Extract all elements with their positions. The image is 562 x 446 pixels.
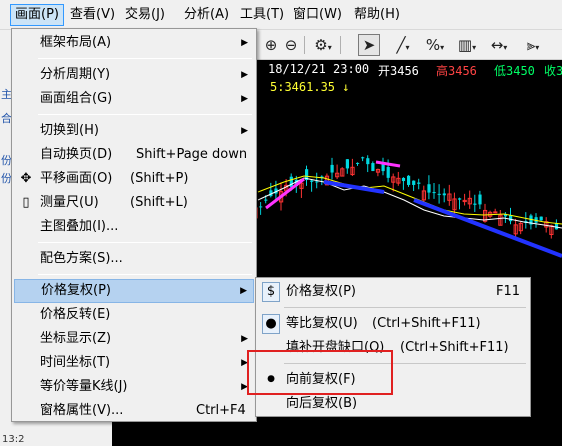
menu-item-switch-to[interactable]: 切换到(H) ▶: [14, 119, 254, 143]
menu-separator: [284, 307, 526, 308]
toolbar-separator: [340, 36, 341, 54]
toolbar-separator: [304, 36, 305, 54]
price-adjust-submenu: $ 价格复权(P) F11 ● 等比复权(U) (Ctrl+Shift+F11)…: [255, 277, 531, 417]
menu-window[interactable]: 窗口(W): [289, 4, 346, 26]
candle-body: [356, 162, 360, 164]
menu-item-period[interactable]: 分析周期(Y) ▶: [14, 63, 254, 87]
menu-view[interactable]: 查看(V): [66, 4, 119, 26]
gear-icon[interactable]: ⚙▾: [310, 35, 336, 55]
menu-screen[interactable]: 画面(P): [10, 4, 64, 26]
menu-separator: [38, 242, 252, 243]
candle-body: [310, 180, 314, 182]
ma-line-white: [257, 177, 562, 229]
submenu-item-backward-adjust[interactable]: 向后复权(B): [258, 392, 528, 416]
menu-help[interactable]: 帮助(H): [350, 4, 404, 26]
candle-body: [289, 176, 293, 188]
trend-pink-2: [375, 160, 401, 168]
menu-item-combo[interactable]: 画面组合(G) ▶: [14, 87, 254, 111]
menu-tools[interactable]: 工具(T): [236, 4, 288, 26]
zoom-in-icon[interactable]: ⊕: [262, 35, 280, 55]
candle-body: [401, 177, 406, 182]
menu-separator: [38, 58, 252, 59]
ruler-icon: ▯: [22, 195, 30, 210]
submenu-item-price-adjust[interactable]: $ 价格复权(P) F11: [258, 280, 528, 304]
candle-body: [407, 175, 411, 185]
menu-separator: [38, 274, 252, 275]
move-icon: ✥: [20, 171, 32, 186]
menu-item-time-axis[interactable]: 时间坐标(T) ▶: [14, 351, 254, 375]
bars-icon[interactable]: ▥▾: [454, 35, 480, 55]
zoom-out-icon[interactable]: ⊖: [282, 35, 300, 55]
menu-separator: [38, 114, 252, 115]
cursor-icon[interactable]: ➤: [358, 34, 380, 56]
menu-item-auto-page[interactable]: 自动换页(D) Shift+Page down: [14, 143, 254, 167]
candle-body: [427, 184, 431, 193]
check-dot-icon: ●: [262, 314, 280, 334]
candle-body: [366, 158, 370, 165]
submenu-item-proportional[interactable]: ● 等比复权(U) (Ctrl+Shift+F11): [258, 312, 528, 336]
candle-body: [493, 211, 498, 214]
candle-body: [264, 199, 268, 201]
menu-item-coordinate[interactable]: 坐标显示(Z) ▶: [14, 327, 254, 351]
indicator-icon[interactable]: ⫸▾: [520, 35, 546, 55]
toolbar: ⊕ ⊖ ⚙▾ ➤ ╱▾ %▾ ▥▾ ↔▾ ⫸▾: [256, 30, 562, 60]
menu-item-price-adjust[interactable]: 价格复权(P) ▶: [14, 279, 254, 303]
candle-body: [539, 216, 543, 221]
candle-body: [458, 198, 462, 200]
arrows-icon[interactable]: ↔▾: [486, 35, 512, 55]
candle-body: [259, 206, 263, 208]
candle-body: [437, 193, 441, 195]
candle-body: [345, 159, 349, 169]
menu-trade[interactable]: 交易(J): [121, 4, 169, 26]
menu-item-price-invert[interactable]: 价格反转(E): [14, 303, 254, 327]
candle-body: [412, 180, 416, 185]
candle-body: [478, 194, 482, 205]
menu-item-color-scheme[interactable]: 配色方案(S)...: [14, 247, 254, 271]
time-label: 13:2: [2, 434, 25, 445]
candle-body: [473, 203, 477, 205]
candle-body: [361, 157, 365, 159]
menu-item-ruler[interactable]: ▯ 测量尺(U) (Shift+L): [14, 191, 254, 215]
candle-body: [509, 215, 513, 222]
candle-body: [554, 223, 559, 230]
menu-item-frame-layout[interactable]: 框架布局(A) ▶: [14, 31, 254, 55]
candle-body: [386, 167, 390, 178]
dollar-icon: $: [262, 282, 280, 302]
candle-body: [371, 163, 375, 172]
candle-body: [330, 164, 334, 173]
line-draw-icon[interactable]: ╱▾: [390, 35, 416, 55]
menu-item-equivolume[interactable]: 等价等量K线(J) ▶: [14, 375, 254, 399]
screen-menu: 框架布局(A) ▶ 分析周期(Y) ▶ 画面组合(G) ▶ 切换到(H) ▶ 自动换页(…: [11, 28, 257, 422]
menu-item-pan[interactable]: ✥ 平移画面(O) (Shift+P): [14, 167, 254, 191]
menu-item-overlay[interactable]: 主图叠加(I)...: [14, 215, 254, 239]
candle-body: [432, 192, 436, 194]
candle-body: [442, 193, 446, 196]
percent-icon[interactable]: %▾: [422, 35, 448, 55]
candle-body: [315, 181, 319, 183]
menu-item-pane-props[interactable]: 窗格属性(V)... Ctrl+F4: [14, 399, 254, 423]
trend-blue-2: [413, 198, 562, 258]
menu-bar: 画面(P) 查看(V) 交易(J) 分析(A) 工具(T) 窗口(W) 帮助(H…: [0, 0, 562, 30]
menu-analysis[interactable]: 分析(A): [180, 4, 233, 26]
candle-body: [417, 182, 421, 184]
highlight-box: [247, 350, 393, 395]
